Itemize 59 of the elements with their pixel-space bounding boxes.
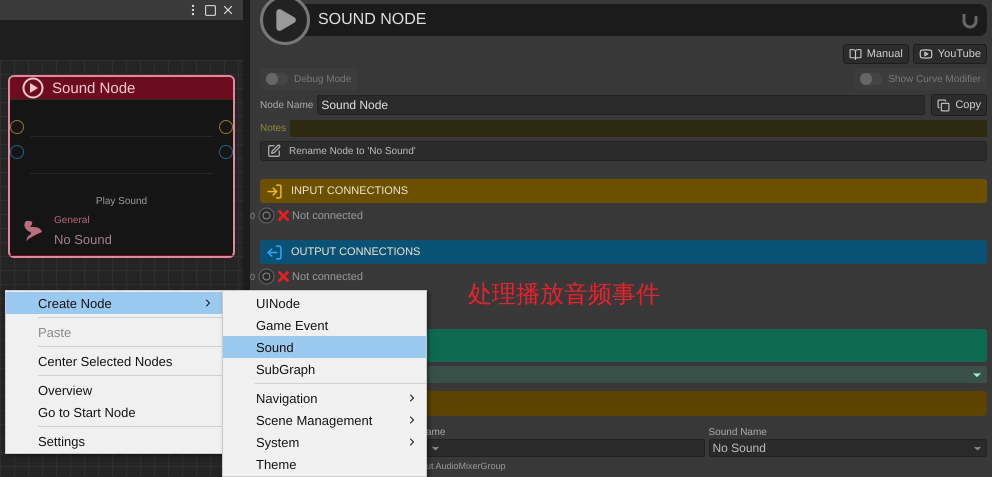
node-value: No Sound [54,232,112,247]
annotation: 处理播放音频事件 [468,279,660,310]
node-title: Sound Node [52,80,136,96]
menu-item[interactable]: Game Event [223,314,426,336]
connection-index: 0 [250,210,256,220]
logo-icon [961,11,979,29]
port-icon [258,268,276,285]
menu-item[interactable]: UINode [223,292,426,314]
notes-field[interactable] [290,120,987,137]
connection-index: 0 [250,272,256,282]
node-name-field[interactable]: Sound Node [317,95,926,115]
node-category: General [54,215,91,226]
cross-icon [278,210,290,221]
menu-item[interactable]: Go to Start Node [6,401,222,423]
field-label: Notes [260,123,286,134]
menu-item[interactable]: Theme [223,453,426,475]
section-header[interactable]: OUTPUT CONNECTIONS [260,240,987,264]
close-icon[interactable] [221,3,235,17]
section-title: INPUT CONNECTIONS [291,185,408,197]
graph-node[interactable]: Sound Node Play Sound General No Sound [8,75,235,258]
port-icon[interactable] [10,120,24,134]
manual-button[interactable]: Manual [842,44,909,64]
field-label: ame [426,427,446,438]
menu-item[interactable]: Navigation [223,387,426,409]
enter-icon [266,182,283,200]
youtube-button[interactable]: YouTube [912,44,987,64]
menu-item[interactable]: Scene Management [223,409,426,431]
copy-icon [937,98,950,112]
maximize-icon[interactable] [204,4,217,16]
sound-icon [22,218,44,244]
section-header[interactable]: INPUT CONNECTIONS [260,179,987,203]
copy-button[interactable]: Copy [931,94,987,116]
port-icon[interactable] [219,145,233,159]
book-icon [848,48,862,60]
menu-item[interactable]: Center Selected Nodes [6,350,222,372]
field-label: Node Name [260,100,314,110]
node-subtitle: Play Sound [96,196,148,207]
cross-icon [278,271,290,282]
node-heading: SOUND NODE [318,11,426,29]
field-label: Sound Name [708,427,768,438]
edit-icon [267,144,281,158]
port-icon[interactable] [10,145,24,159]
menu-item[interactable]: Create Node [6,292,222,314]
menu-item[interactable]: Sound [223,336,426,358]
port-icon[interactable] [219,120,233,134]
menu-item[interactable]: Settings [6,430,222,452]
port-icon [258,207,276,224]
section-title: OUTPUT CONNECTIONS [291,246,420,258]
menu-item[interactable]: Overview [6,379,222,401]
play-icon [22,77,44,99]
video-icon [918,47,933,61]
play-button[interactable] [260,0,310,45]
rename-button[interactable]: Rename Node to 'No Sound' [260,141,987,161]
dropdown[interactable]: No Sound [708,439,987,457]
menu-item[interactable]: SubGraph [223,358,426,380]
connection-status: Not connected [292,270,363,282]
exit-icon [266,244,283,260]
connection-status: Not connected [292,210,363,222]
menu-item[interactable]: System [223,431,426,453]
